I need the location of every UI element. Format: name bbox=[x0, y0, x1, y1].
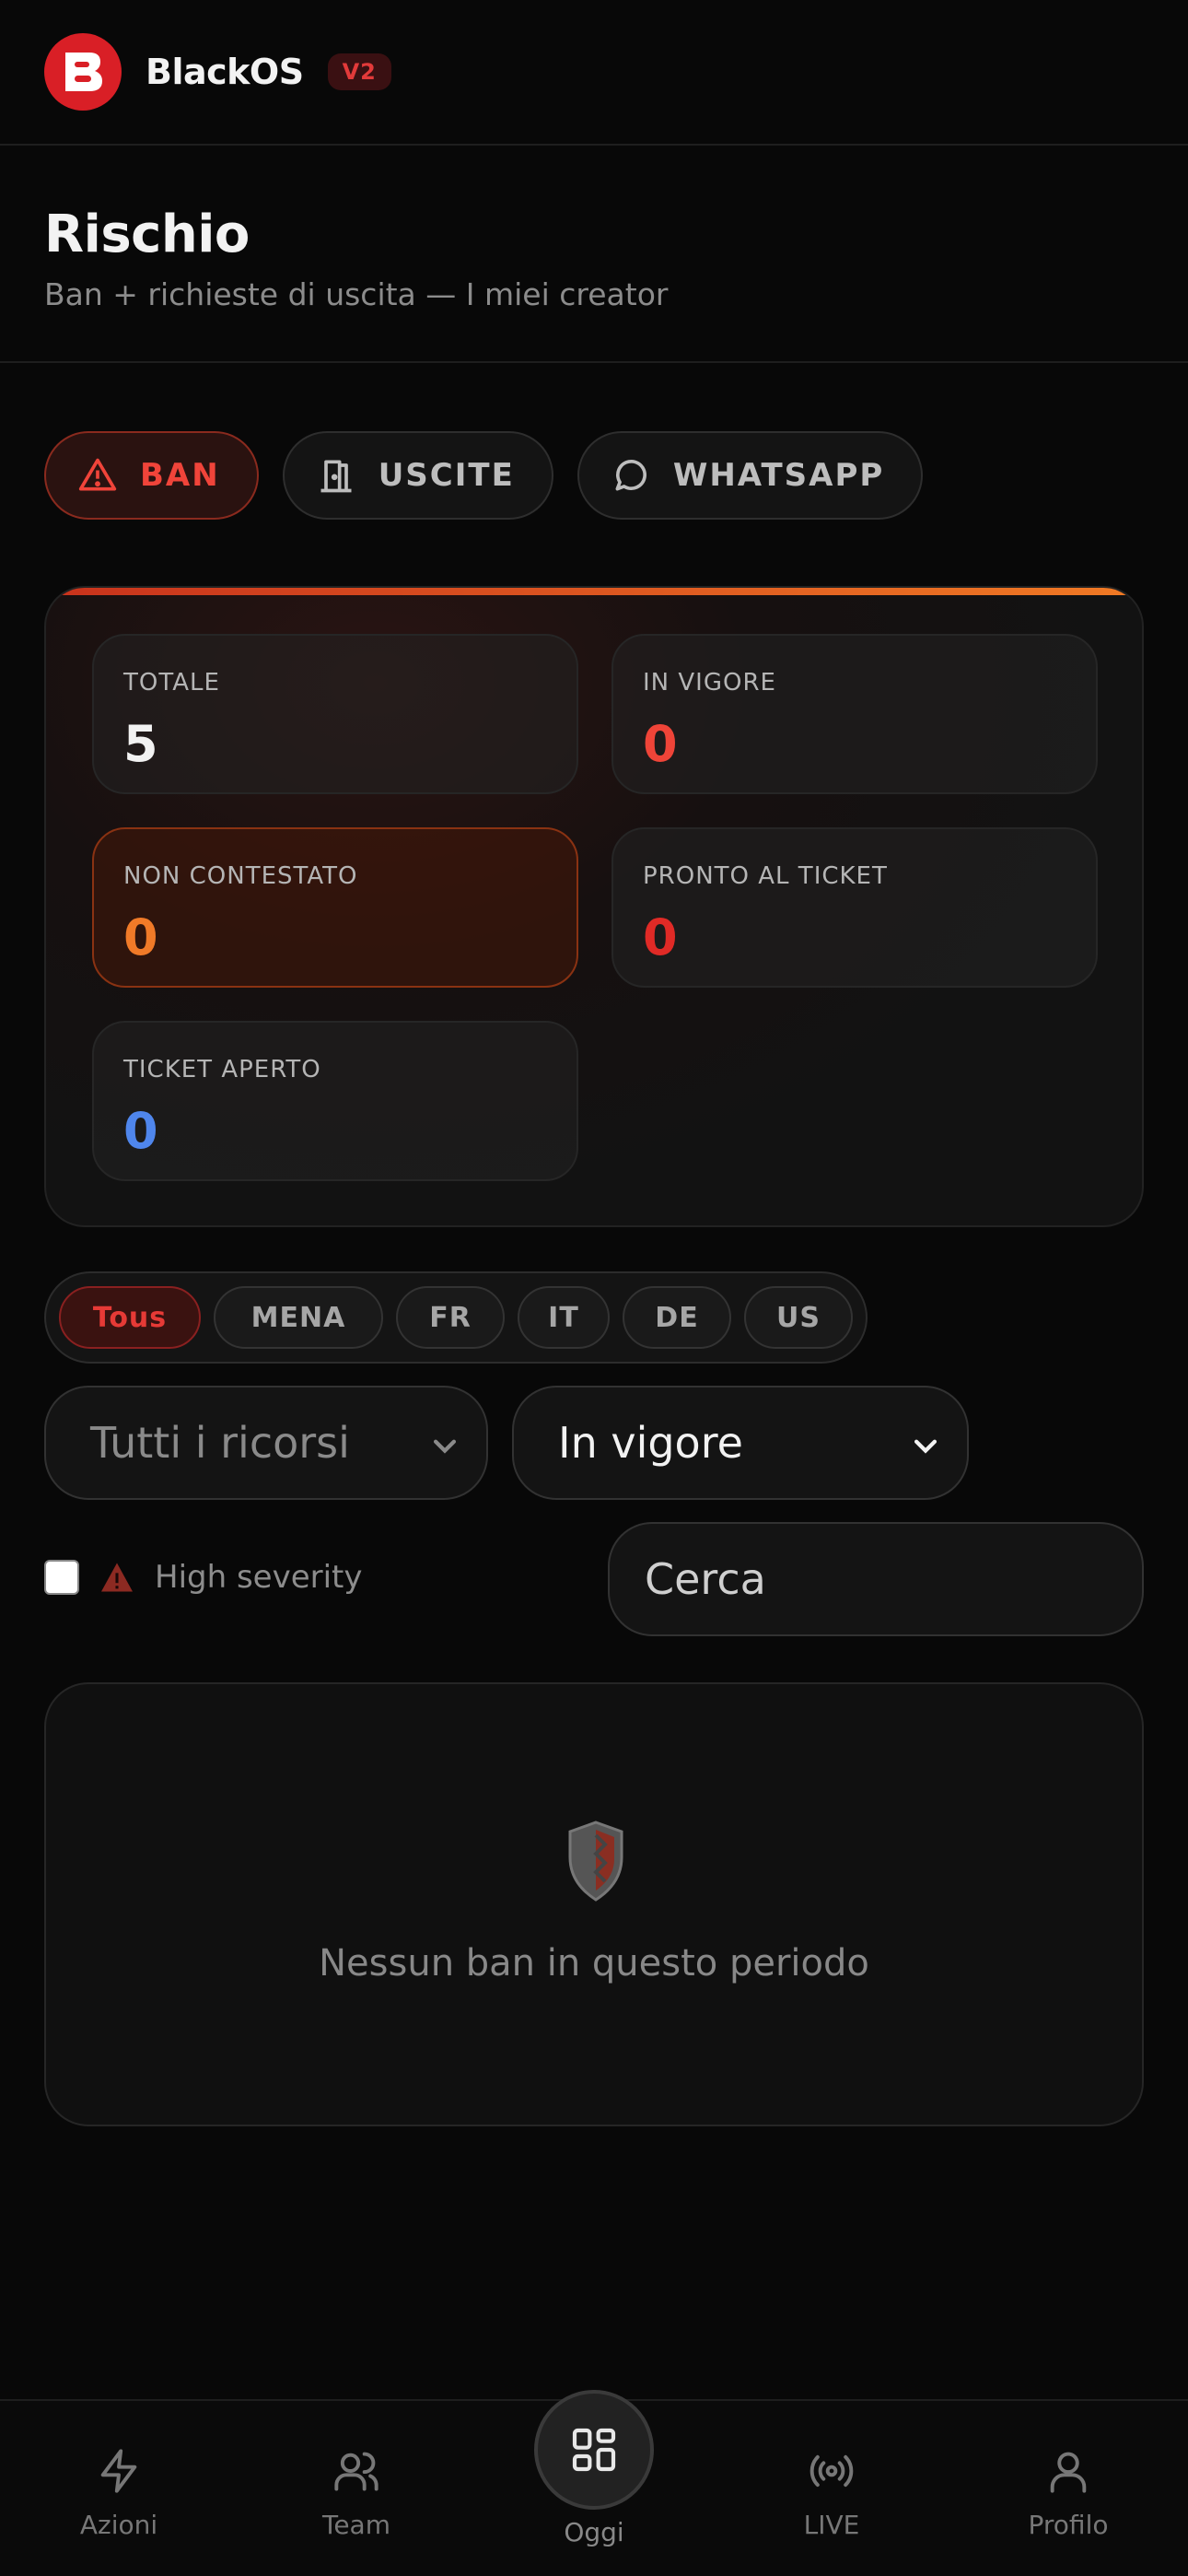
chat-bubble-icon bbox=[615, 460, 646, 491]
version-badge: V2 bbox=[327, 53, 391, 90]
app-header: BlackOS V2 bbox=[0, 0, 1188, 146]
nav-label-oggi: Oggi bbox=[564, 2517, 624, 2547]
stat-card-ticket-aperto: TICKET APERTO 0 bbox=[92, 1021, 578, 1181]
stat-value: 5 bbox=[123, 715, 158, 773]
region-chip-it[interactable]: IT bbox=[518, 1286, 610, 1349]
stat-label: PRONTO AL TICKET bbox=[643, 862, 888, 890]
region-chip-fr[interactable]: FR bbox=[396, 1286, 505, 1349]
warning-triangle-icon bbox=[101, 1563, 133, 1592]
page-title: Rischio bbox=[44, 205, 250, 264]
lightning-icon bbox=[100, 2449, 137, 2493]
tab-ban[interactable]: BAN bbox=[44, 431, 259, 520]
stat-card-non-contestato: NON CONTESTATO 0 bbox=[92, 827, 578, 988]
broadcast-icon bbox=[809, 2454, 854, 2488]
users-icon bbox=[334, 2452, 379, 2491]
stat-value: 0 bbox=[123, 908, 158, 966]
brand-name: BlackOS bbox=[146, 52, 304, 92]
tab-uscite[interactable]: USCITE bbox=[282, 431, 553, 520]
nav-item-profilo[interactable]: Profilo bbox=[985, 2401, 1151, 2576]
stat-value: 0 bbox=[643, 908, 678, 966]
ban-stats-panel: TOTALE 5 IN VIGORE 0 NON CONTESTATO 0 PR… bbox=[44, 586, 1144, 1227]
blackos-logo[interactable] bbox=[44, 33, 122, 111]
door-icon bbox=[320, 460, 352, 493]
stat-value: 0 bbox=[643, 715, 678, 773]
appeals-select-value: Tutti i ricorsi bbox=[90, 1418, 350, 1468]
tab-label: WHATSAPP bbox=[672, 457, 885, 494]
logo-b-icon bbox=[65, 53, 102, 91]
panel-accent-bar bbox=[46, 588, 1142, 595]
nav-label: Profilo bbox=[1028, 2510, 1109, 2540]
region-filter: Tous MENA FR IT DE US bbox=[44, 1271, 868, 1364]
risk-tabs: BAN USCITE WHATSAPP bbox=[44, 431, 924, 520]
stat-value: 0 bbox=[123, 1102, 158, 1160]
tab-whatsapp[interactable]: WHATSAPP bbox=[577, 431, 924, 520]
chevron-down-icon bbox=[433, 1439, 457, 1454]
status-select[interactable]: In vigore bbox=[512, 1386, 969, 1500]
region-chip-de[interactable]: DE bbox=[623, 1286, 731, 1349]
region-chip-us[interactable]: US bbox=[744, 1286, 853, 1349]
stat-label: TOTALE bbox=[123, 669, 220, 697]
high-severity-filter: High severity bbox=[44, 1559, 363, 1596]
tab-label: BAN bbox=[140, 457, 220, 494]
nav-item-live[interactable]: LIVE bbox=[749, 2401, 914, 2576]
region-chip-tous[interactable]: Tous bbox=[59, 1286, 201, 1349]
stat-label: NON CONTESTATO bbox=[123, 862, 358, 890]
nav-item-team[interactable]: Team bbox=[274, 2401, 439, 2576]
nav-item-oggi[interactable] bbox=[534, 2390, 654, 2510]
warning-icon bbox=[78, 458, 117, 491]
search-placeholder: Cerca bbox=[645, 1554, 766, 1604]
empty-message: Nessun ban in questo periodo bbox=[319, 1942, 869, 1985]
status-select-value: In vigore bbox=[558, 1418, 743, 1468]
page-header: Rischio Ban + richieste di uscita — I mi… bbox=[0, 147, 1188, 363]
stat-card-in-vigore: IN VIGORE 0 bbox=[611, 634, 1098, 794]
nav-label: LIVE bbox=[803, 2510, 860, 2540]
shield-icon bbox=[568, 1821, 623, 1902]
stat-label: TICKET APERTO bbox=[123, 1056, 321, 1083]
stat-card-totale: TOTALE 5 bbox=[92, 634, 578, 794]
stat-label: IN VIGORE bbox=[643, 669, 776, 697]
nav-item-azioni[interactable]: Azioni bbox=[36, 2401, 202, 2576]
high-severity-checkbox[interactable] bbox=[44, 1560, 79, 1595]
appeals-select[interactable]: Tutti i ricorsi bbox=[44, 1386, 488, 1500]
chevron-down-icon bbox=[914, 1439, 938, 1454]
search-input[interactable]: Cerca bbox=[608, 1522, 1144, 1636]
nav-label: Team bbox=[321, 2510, 390, 2540]
stat-card-pronto-al-ticket: PRONTO AL TICKET 0 bbox=[611, 827, 1098, 988]
region-chip-mena[interactable]: MENA bbox=[214, 1286, 383, 1349]
ban-list-empty-state: Nessun ban in questo periodo bbox=[44, 1682, 1144, 2126]
high-severity-label: High severity bbox=[155, 1559, 363, 1596]
tab-label: USCITE bbox=[378, 457, 515, 494]
user-icon bbox=[1050, 2452, 1087, 2493]
page-subtitle: Ban + richieste di uscita — I miei creat… bbox=[44, 276, 669, 312]
grid-icon bbox=[572, 2428, 616, 2472]
nav-label: Azioni bbox=[79, 2510, 158, 2540]
